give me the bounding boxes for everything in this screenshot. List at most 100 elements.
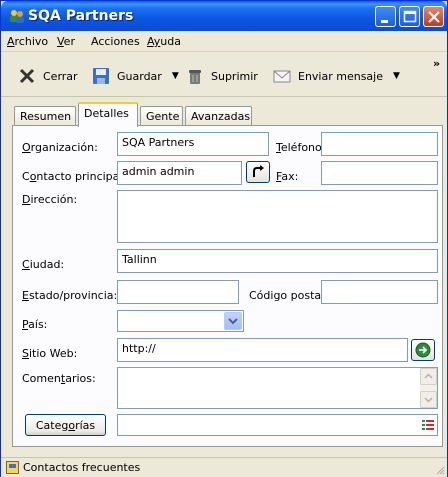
tab-detalles-label: Detalles (84, 107, 129, 120)
menu-ver-rest: er (63, 35, 75, 48)
menu-acciones-label: Acciones (91, 35, 140, 48)
country-label-text: aís: (28, 318, 48, 331)
comments-field[interactable] (117, 367, 438, 409)
details-panel: Organización: SQA Partners Teléfono: Con… (12, 125, 443, 447)
close-contact-button[interactable]: Cerrar (18, 66, 78, 86)
tab-gente-label: Gente (146, 110, 180, 123)
menu-archivo-rest: rchivo (14, 35, 49, 48)
delete-label: Suprimir (211, 69, 258, 83)
tab-avanzadas[interactable]: Avanzadas (185, 106, 252, 126)
categories-field[interactable] (117, 414, 438, 436)
website-field[interactable]: http:// (117, 338, 408, 362)
trash-can-icon (189, 70, 201, 84)
categories-button[interactable]: Categorías (25, 414, 106, 436)
maximize-icon (403, 10, 417, 23)
toolbar: Cerrar Guardar ▼ Suprimir Enviar mensaje… (1, 52, 447, 97)
website-label: Sitio Web: (22, 347, 77, 360)
menu-ayuda[interactable]: Ayuda (147, 35, 181, 48)
open-website-button[interactable] (411, 339, 435, 361)
phone-field[interactable] (321, 132, 438, 156)
comments-label: Comentarios: (22, 372, 96, 385)
minimize-button[interactable] (375, 6, 396, 27)
website-label-text: itio Web: (28, 347, 78, 360)
send-message-button[interactable]: Enviar mensaje ▼ (273, 66, 400, 86)
address-label: Dirección: (22, 193, 77, 206)
close-icon (428, 11, 440, 23)
resize-grip-icon[interactable] (435, 465, 445, 475)
country-dropdown-button[interactable] (224, 312, 242, 330)
organization-label: Organización: (22, 141, 98, 154)
globe-arrow-icon (415, 342, 431, 358)
postal-code-label: Código postal: (249, 289, 328, 302)
menu-ayuda-rest: uda (160, 35, 181, 48)
tab-detalles[interactable]: Detalles (78, 102, 138, 127)
maximize-button[interactable] (399, 6, 420, 27)
website-label-mnemonic: S (22, 347, 29, 360)
address-field[interactable] (117, 190, 438, 243)
scroll-down-button[interactable] (420, 391, 437, 408)
status-text: Contactos frecuentes (23, 461, 141, 474)
contact-field[interactable]: admin admin (117, 161, 242, 185)
state-field[interactable] (117, 280, 239, 304)
tab-gente[interactable]: Gente (140, 106, 183, 126)
menu-ver[interactable]: Ver (57, 35, 75, 48)
menu-ayuda-mnemonic: Ay (147, 35, 161, 48)
floppy-disk-icon (93, 68, 109, 84)
close-window-button[interactable] (423, 6, 444, 27)
menu-archivo-mnemonic: A (7, 35, 15, 48)
scroll-up-button[interactable] (420, 368, 437, 385)
select-contact-button[interactable] (246, 161, 270, 183)
tab-avanzadas-label: Avanzadas (191, 110, 251, 123)
tab-resumen[interactable]: Resumen (14, 106, 76, 126)
window-title: SQA Partners (28, 8, 134, 24)
fax-label: Fax: (276, 170, 298, 183)
contact-value: admin admin (122, 165, 195, 178)
contact-label: Contacto principal: (22, 170, 126, 183)
send-dropdown-arrow-icon[interactable]: ▼ (393, 71, 400, 81)
title-bar[interactable]: SQA Partners (1, 1, 447, 31)
toolbar-overflow-chevron[interactable]: » (433, 57, 440, 70)
fax-field[interactable] (321, 161, 438, 185)
state-label: Estado/provincia: (22, 289, 117, 302)
city-field[interactable]: Tallinn (117, 249, 438, 273)
app-window: SQA Partners Archivo Ver Acciones Ayuda … (0, 0, 448, 477)
organization-label-text: rganización: (30, 141, 98, 154)
menu-archivo[interactable]: Archivo (7, 35, 48, 48)
categories-button-prefix: Categ (35, 419, 69, 432)
categories-button-suffix: rías (75, 419, 96, 432)
city-value: Tallinn (122, 253, 157, 266)
menu-ver-mnemonic: V (57, 35, 64, 48)
comments-scrollbar[interactable] (420, 368, 437, 408)
organization-field[interactable]: SQA Partners (117, 132, 269, 156)
redirect-arrow-icon (253, 165, 264, 177)
country-select[interactable] (117, 310, 244, 332)
close-x-icon (19, 68, 35, 84)
city-label-mnemonic: C (22, 258, 30, 271)
menu-acciones[interactable]: Acciones (91, 35, 140, 48)
organization-value: SQA Partners (122, 136, 195, 149)
phone-label-text: eléfono: (280, 141, 326, 154)
tab-resumen-label: Resumen (20, 110, 72, 123)
fax-label-text: ax: (281, 170, 299, 183)
close-contact-label: Cerrar (43, 69, 78, 83)
postal-code-field[interactable] (321, 280, 438, 304)
contacts-status-icon (6, 461, 19, 474)
chevron-down-icon (424, 397, 433, 403)
minimize-icon (381, 20, 388, 23)
send-message-label: Enviar mensaje (298, 69, 383, 83)
tab-strip: Resumen Detalles Gente Avanzadas (14, 102, 444, 127)
phone-label: Teléfono: (276, 141, 325, 154)
save-dropdown-arrow-icon[interactable]: ▼ (172, 71, 179, 81)
country-label: País: (22, 318, 47, 331)
contact-label-prefix: C (22, 170, 30, 183)
city-label-text: iudad: (29, 258, 65, 271)
city-label: Ciudad: (22, 258, 64, 271)
app-icon (10, 10, 24, 23)
address-label-text: irección: (30, 193, 78, 206)
status-bar: Contactos frecuentes (1, 457, 447, 477)
comments-label-prefix: Comen (22, 372, 61, 385)
save-button[interactable]: Guardar ▼ (92, 66, 179, 86)
save-label: Guardar (117, 69, 162, 83)
chevron-down-icon (228, 318, 238, 325)
delete-button[interactable]: Suprimir (186, 66, 258, 86)
